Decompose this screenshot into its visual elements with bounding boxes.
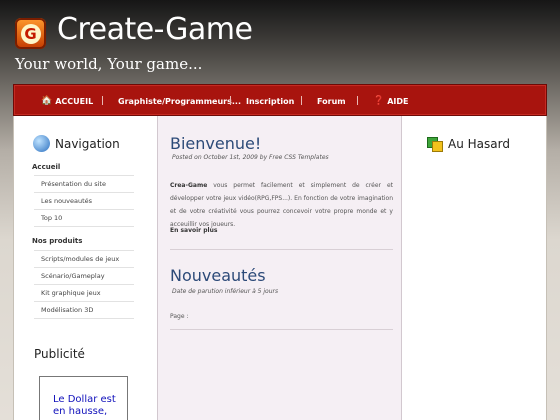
nav-item-accueil[interactable]: 🏠 ACCUEIL (41, 85, 93, 117)
logo-icon[interactable]: G (15, 18, 46, 49)
site-header: G Create-Game Your world, Your game... (0, 0, 560, 84)
news-meta: Date de parution inférieur à 5 jours (172, 288, 279, 295)
main-content: Bienvenue! Posted on October 1st, 2009 b… (157, 116, 402, 420)
category-accueil[interactable]: Accueil (32, 163, 60, 171)
nav-item-label: AIDE (387, 96, 409, 106)
sidebar-link-modelisation[interactable]: Modélisation 3D (34, 301, 134, 318)
nav-separator (102, 96, 103, 105)
welcome-title: Bienvenue! (170, 134, 262, 153)
sidebar-link-top10[interactable]: Top 10 (34, 209, 134, 226)
post-meta: Posted on October 1st, 2009 by Free CSS … (172, 154, 329, 161)
nav-item-label: Forum (317, 96, 346, 106)
section-divider (170, 249, 393, 250)
nav-item-label: Inscription (246, 96, 295, 106)
nav-item-aide[interactable]: ❓ AIDE (373, 85, 409, 117)
ad-text-line: en hausse, (53, 406, 108, 417)
advertising-title: Publicité (34, 347, 85, 361)
nav-separator (230, 96, 231, 105)
sidebar-link-scripts[interactable]: Scripts/modules de jeux (34, 250, 134, 267)
intro-paragraph: Crea-Game vous permet facilement et simp… (170, 179, 393, 231)
random-heading: Au Hasard (427, 135, 510, 152)
nav-item-inscription[interactable]: Inscription (246, 85, 294, 117)
navigation-heading: Navigation (33, 135, 120, 152)
sidebar-link-nouveautes[interactable]: Les nouveautés (34, 192, 134, 209)
logo-letter: G (20, 23, 41, 44)
sidebar-link-kit-graphique[interactable]: Kit graphique jeux (34, 284, 134, 301)
category-nos-produits[interactable]: Nos produits (32, 237, 82, 245)
list-divider (34, 318, 134, 319)
nav-item-forum[interactable]: Forum (317, 85, 346, 117)
sidebar-link-scenario[interactable]: Scénario/Gameplay (34, 267, 134, 284)
random-title: Au Hasard (448, 136, 510, 151)
main-navigation-bar: 🏠 ACCUEIL Graphiste/Programmeurs... Insc… (13, 84, 547, 116)
news-title: Nouveautés (170, 266, 266, 285)
nav-item-label: ACCUEIL (55, 96, 94, 106)
site-tagline: Your world, Your game... (15, 55, 203, 73)
globe-icon (33, 135, 50, 152)
read-more-link[interactable]: En savoir plus (170, 227, 217, 234)
home-icon: 🏠 (41, 96, 53, 106)
ad-text-line: Le Dollar est (53, 394, 116, 405)
nav-item-label: Graphiste/Programmeurs... (118, 96, 241, 106)
section-divider (170, 329, 393, 330)
pagination-label: Page : (170, 313, 189, 320)
sidebar-link-presentation[interactable]: Présentation du site (34, 175, 134, 192)
content-container: Navigation Accueil Présentation du site … (13, 116, 547, 420)
help-icon: ❓ (373, 96, 385, 106)
brand-name: Crea-Game (170, 182, 208, 189)
nav-separator (357, 96, 358, 105)
dice-icon (427, 135, 444, 152)
list-divider (34, 226, 134, 227)
advertising-box[interactable]: Le Dollar est en hausse, (39, 376, 128, 420)
nav-item-graphiste[interactable]: Graphiste/Programmeurs... (118, 85, 241, 117)
navigation-title: Navigation (55, 136, 120, 151)
site-title[interactable]: Create-Game (57, 12, 253, 47)
nav-separator (301, 96, 302, 105)
